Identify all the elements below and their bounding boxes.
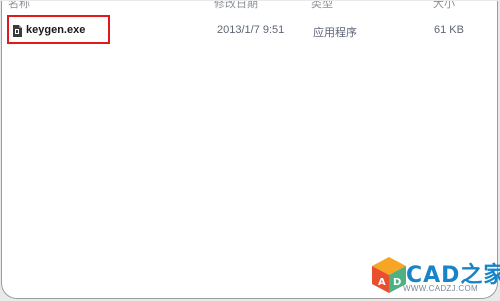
keygen-exe-icon <box>12 25 22 37</box>
file-size: 61 KB <box>434 24 464 36</box>
file-type: 应用程序 <box>313 27 357 39</box>
column-header-type[interactable]: 类型 <box>311 1 333 11</box>
watermark-url: WWW.CADZJ.COM <box>403 284 478 293</box>
screenshot-stage: 名称 修改日期 类型 大小 keygen.exe 2013/1/7 9:51 应… <box>0 0 500 301</box>
column-header-row: 名称 修改日期 类型 大小 <box>2 1 497 11</box>
column-header-name[interactable]: 名称 <box>8 1 30 11</box>
svg-text:D: D <box>393 277 401 288</box>
column-header-date-modified[interactable]: 修改日期 <box>214 1 258 11</box>
svg-text:A: A <box>378 277 386 288</box>
column-header-size[interactable]: 大小 <box>433 1 455 11</box>
file-date-modified: 2013/1/7 9:51 <box>217 24 285 36</box>
file-name[interactable]: keygen.exe <box>26 24 85 36</box>
cadzj-watermark-logo: A D CAD之家 WWW.CADZJ.COM <box>370 255 500 299</box>
file-row-keygen[interactable]: keygen.exe 2013/1/7 9:51 应用程序 61 KB <box>2 16 497 46</box>
